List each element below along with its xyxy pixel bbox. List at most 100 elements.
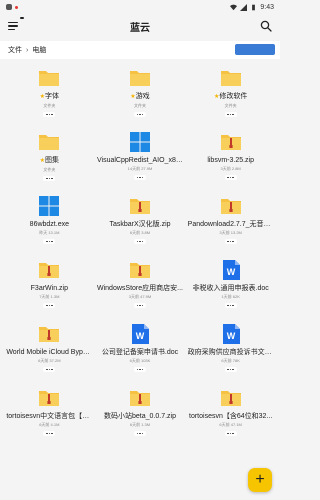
zip-icon bbox=[220, 195, 242, 217]
app-notification-icon bbox=[6, 4, 12, 10]
file-grid: ★字体 文件夹 ★游戏 文件夹 ★修改软件 文件夹 ★图集 文件夹 VisualCppRedis… bbox=[0, 59, 280, 443]
menu-button[interactable] bbox=[8, 17, 24, 32]
more-options-button[interactable] bbox=[133, 112, 146, 117]
file-name: F3arWin.zip bbox=[31, 284, 68, 293]
more-options-button[interactable] bbox=[224, 112, 237, 117]
more-options-button[interactable] bbox=[133, 367, 146, 372]
ad-banner[interactable] bbox=[235, 44, 275, 55]
breadcrumb: 文件 › 电脑 bbox=[0, 41, 280, 59]
file-meta: 6天前 3.8M bbox=[129, 230, 151, 235]
status-time: 9:43 bbox=[260, 3, 274, 11]
file-item[interactable]: 数码小站beta_0.0.7.zip 6天前 1.3M bbox=[95, 379, 186, 443]
file-meta: 文件夹 bbox=[43, 103, 56, 108]
more-options-button[interactable] bbox=[43, 176, 56, 181]
file-item[interactable]: libsvm-3.25.zip 3天前 2.8M bbox=[185, 123, 276, 187]
file-name: TaskbarX汉化版.zip bbox=[109, 220, 170, 229]
file-item[interactable]: tortoisesvn【含64位和32... 6天前 47.1M bbox=[185, 379, 276, 443]
file-item[interactable]: ★图集 文件夹 bbox=[4, 123, 95, 187]
file-item[interactable]: W 公司登记备案申请书.doc 6天前 103K bbox=[95, 315, 186, 379]
windows-icon bbox=[38, 195, 60, 217]
zip-icon bbox=[38, 323, 60, 345]
more-options-button[interactable] bbox=[43, 112, 56, 117]
file-name-text: VisualCppRedist_AIO_x86_... bbox=[96, 157, 183, 164]
file-item[interactable]: 86wbdzt.exe 昨天 13.1M bbox=[4, 187, 95, 251]
zip-icon bbox=[129, 259, 151, 281]
file-item[interactable]: Pandownload2.7.7_无音仔... 3天前 13.2M bbox=[185, 187, 276, 251]
file-name-text: Pandownload2.7.7_无音仔... bbox=[187, 221, 274, 228]
file-meta: 6天前 103K bbox=[129, 358, 151, 363]
word-icon: W bbox=[220, 259, 242, 281]
add-button[interactable]: + bbox=[248, 468, 272, 492]
more-options-button[interactable] bbox=[224, 303, 237, 308]
file-meta: 文件夹 bbox=[224, 103, 237, 108]
wifi-icon bbox=[230, 4, 238, 10]
search-icon[interactable] bbox=[260, 20, 272, 32]
file-meta: 文件夹 bbox=[43, 167, 56, 172]
file-name-text: 政府采购供应商投诉书文本... bbox=[187, 349, 274, 356]
file-item[interactable]: TaskbarX汉化版.zip 6天前 3.8M bbox=[95, 187, 186, 251]
zip-icon bbox=[38, 387, 60, 409]
folder-icon bbox=[38, 131, 60, 153]
file-meta: 文件夹 bbox=[133, 103, 146, 108]
file-item[interactable]: ★游戏 文件夹 bbox=[95, 59, 186, 123]
file-item[interactable]: ★修改软件 文件夹 bbox=[185, 59, 276, 123]
file-meta: 6天前 47.1M bbox=[219, 422, 242, 427]
status-left bbox=[6, 4, 230, 10]
svg-text:W: W bbox=[136, 331, 145, 341]
more-options-button[interactable] bbox=[43, 303, 56, 308]
file-meta: 14天前 27.9M bbox=[127, 166, 153, 171]
page-title: 蓝云 bbox=[130, 22, 150, 34]
breadcrumb-item-computer[interactable]: 电脑 bbox=[32, 45, 46, 55]
file-name: VisualCppRedist_AIO_x86_... bbox=[97, 156, 183, 165]
status-right: 9:43 bbox=[230, 3, 274, 11]
file-name: ★修改软件 bbox=[214, 92, 247, 102]
file-meta: 3天前 2.8M bbox=[220, 166, 241, 171]
notification-dot-icon bbox=[15, 5, 18, 9]
status-bar: 9:43 bbox=[0, 0, 280, 14]
file-name: tortoisesvn中文语言包【含... bbox=[6, 412, 92, 421]
word-icon: W bbox=[220, 323, 242, 345]
file-name: 政府采购供应商投诉书文本... bbox=[188, 348, 274, 357]
more-options-button[interactable] bbox=[224, 431, 237, 436]
file-name: 公司登记备案申请书.doc bbox=[102, 348, 178, 357]
file-name-text: tortoisesvn中文语言包【含... bbox=[6, 413, 93, 420]
file-name-text: World Mobile iCloud Bypas... bbox=[6, 349, 93, 356]
zip-icon bbox=[129, 195, 151, 217]
file-item[interactable]: W 政府采购供应商投诉书文本... 6天前 78K bbox=[185, 315, 276, 379]
file-name: 86wbdzt.exe bbox=[30, 220, 69, 229]
file-name: libsvm-3.25.zip bbox=[207, 156, 254, 165]
more-options-button[interactable] bbox=[133, 175, 146, 180]
more-options-button[interactable] bbox=[43, 431, 56, 436]
more-options-button[interactable] bbox=[224, 367, 237, 372]
more-options-button[interactable] bbox=[43, 239, 56, 244]
file-item[interactable]: World Mobile iCloud Bypas... 6天前 37.2M bbox=[4, 315, 95, 379]
file-item[interactable]: F3arWin.zip 7天前 1.3M bbox=[4, 251, 95, 315]
file-item[interactable]: tortoisesvn中文语言包【含... 6天前 4.1M bbox=[4, 379, 95, 443]
zip-icon bbox=[220, 131, 242, 153]
more-options-button[interactable] bbox=[224, 239, 237, 244]
file-name: World Mobile iCloud Bypas... bbox=[6, 348, 92, 357]
file-name-text: 公司登记备案申请书.doc bbox=[101, 349, 179, 356]
menu-icon-line bbox=[8, 25, 18, 27]
more-options-button[interactable] bbox=[133, 431, 146, 436]
file-item[interactable]: WindowsStore应用商店安... 3天前 47.9M bbox=[95, 251, 186, 315]
more-options-button[interactable] bbox=[133, 239, 146, 244]
more-options-button[interactable] bbox=[133, 303, 146, 308]
file-meta: 3天前 13.2M bbox=[219, 230, 242, 235]
file-meta: 1天前 62K bbox=[221, 294, 240, 299]
svg-text:W: W bbox=[226, 267, 235, 277]
file-name-text: 游戏 bbox=[135, 93, 150, 100]
file-name: Pandownload2.7.7_无音仔... bbox=[188, 220, 274, 229]
file-item[interactable]: VisualCppRedist_AIO_x86_... 14天前 27.9M bbox=[95, 123, 186, 187]
more-options-button[interactable] bbox=[224, 175, 237, 180]
file-item[interactable]: ★字体 文件夹 bbox=[4, 59, 95, 123]
breadcrumb-item-files[interactable]: 文件 bbox=[8, 45, 22, 55]
more-options-button[interactable] bbox=[43, 367, 56, 372]
zip-icon bbox=[220, 387, 242, 409]
folder-icon bbox=[220, 67, 242, 89]
chevron-right-icon: › bbox=[26, 46, 29, 54]
menu-icon bbox=[8, 21, 18, 24]
file-name-text: libsvm-3.25.zip bbox=[207, 157, 254, 164]
zip-icon bbox=[129, 387, 151, 409]
file-item[interactable]: W 非税收入通用申报表.doc 1天前 62K bbox=[185, 251, 276, 315]
